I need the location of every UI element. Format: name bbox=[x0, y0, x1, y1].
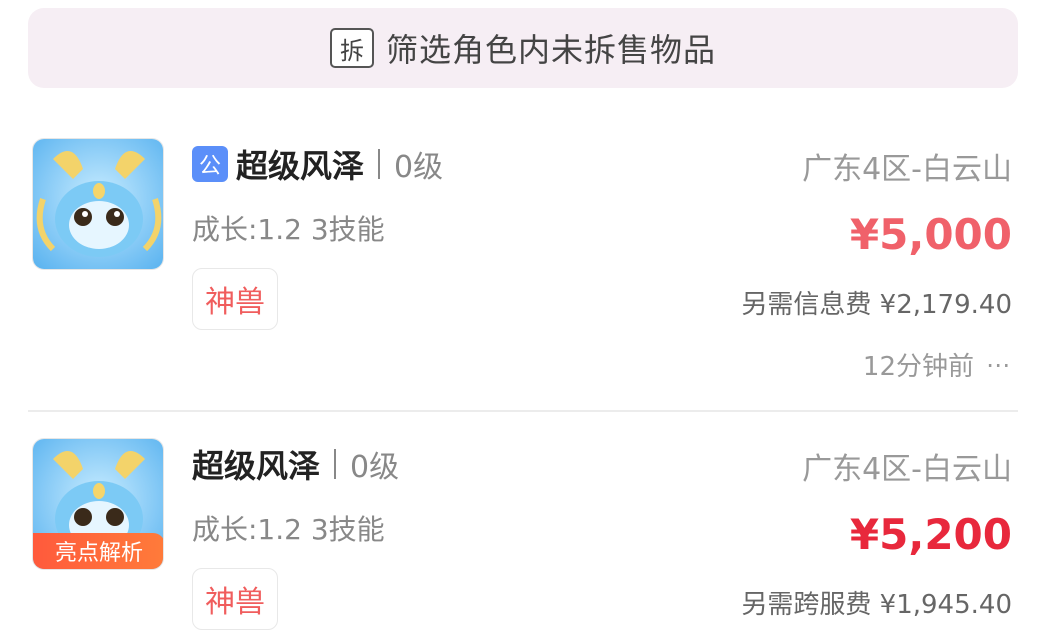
split-icon: 拆 bbox=[329, 28, 374, 68]
pet-level: 0级 bbox=[350, 450, 400, 485]
highlight-analysis-tag[interactable]: 亮点解析 bbox=[33, 533, 163, 569]
price: ¥5,000 bbox=[849, 210, 1012, 259]
divider-bar bbox=[378, 149, 381, 179]
divider-bar bbox=[334, 449, 337, 479]
pet-growth-skills: 成长:1.2 3技能 bbox=[192, 513, 385, 546]
listing-item[interactable]: 公 超级风泽 0级 成长:1.2 3技能 神兽 广东4区-白云山 ¥5,000 … bbox=[0, 112, 1046, 410]
extra-fee: 另需跨服费 ¥1,945.40 bbox=[741, 590, 1012, 620]
filter-label: 筛选角色内未拆售物品 bbox=[385, 31, 716, 69]
pet-thumbnail: 亮点解析 bbox=[32, 438, 164, 570]
listing-title-row: 公 超级风泽 0级 bbox=[192, 142, 443, 186]
listing-time-row: 12分钟前 ⋯ bbox=[863, 346, 1012, 383]
listed-time: 12分钟前 bbox=[862, 352, 974, 382]
ellipsis-icon[interactable]: ⋯ bbox=[986, 351, 1012, 379]
listing-title-row: 超级风泽 0级 bbox=[192, 442, 399, 486]
public-badge: 公 bbox=[192, 146, 228, 182]
filter-unsold-items-button[interactable]: 拆 筛选角色内未拆售物品 bbox=[28, 8, 1018, 88]
pet-growth-skills: 成长:1.2 3技能 bbox=[192, 213, 385, 246]
divine-beast-tag: 神兽 bbox=[192, 568, 278, 630]
pet-name: 超级风泽 bbox=[192, 447, 321, 485]
pet-level: 0级 bbox=[394, 150, 444, 185]
price: ¥5,200 bbox=[849, 510, 1012, 559]
pet-thumbnail bbox=[32, 138, 164, 270]
listing-item[interactable]: 亮点解析 超级风泽 0级 成长:1.2 3技能 神兽 广东4区-白云山 ¥5,2… bbox=[0, 412, 1046, 640]
extra-fee: 另需信息费 ¥2,179.40 bbox=[741, 290, 1012, 320]
pet-name: 超级风泽 bbox=[236, 147, 365, 185]
divine-beast-tag: 神兽 bbox=[192, 268, 278, 330]
server-name: 广东4区-白云山 bbox=[802, 152, 1012, 187]
server-name: 广东4区-白云山 bbox=[802, 452, 1012, 487]
